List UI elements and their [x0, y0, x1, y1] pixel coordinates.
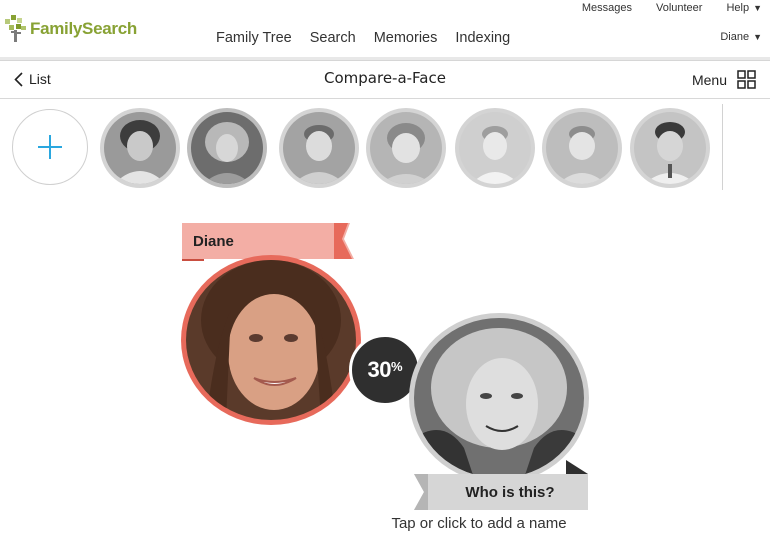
person-face-circle[interactable] — [181, 255, 361, 425]
match-face-photo — [414, 318, 584, 478]
photo-thumbnail-3[interactable] — [279, 108, 359, 188]
photo-thumbnail-2[interactable] — [187, 108, 267, 188]
who-is-this-banner[interactable]: Who is this? — [414, 460, 588, 510]
photo-thumbnail-7[interactable] — [630, 108, 710, 188]
family-tree-logo-icon — [5, 15, 26, 42]
face-photo — [459, 112, 531, 184]
nav-family-tree[interactable]: Family Tree — [216, 30, 292, 46]
nav-memories[interactable]: Memories — [374, 30, 438, 46]
nav-search[interactable]: Search — [310, 30, 356, 46]
photo-thumbnail-5[interactable] — [455, 108, 535, 188]
caret-down-icon: ▼ — [753, 3, 762, 13]
title-bar: List Compare-a-Face Menu — [0, 62, 770, 99]
face-photo — [370, 112, 442, 184]
header-divider — [0, 57, 770, 61]
page-title: Compare-a-Face — [324, 69, 446, 87]
photo-thumbnail-6[interactable] — [542, 108, 622, 188]
face-photo — [283, 112, 355, 184]
menu-label: Menu — [691, 71, 727, 88]
person-face-photo — [186, 260, 356, 420]
person-name: Diane — [193, 233, 234, 250]
help-menu[interactable]: Help ▼ — [726, 2, 762, 16]
user-name: Diane — [720, 31, 750, 43]
volunteer-link[interactable]: Volunteer — [656, 2, 702, 16]
face-photo — [191, 112, 263, 184]
messages-link[interactable]: Messages — [582, 2, 632, 16]
who-is-this-label: Who is this? — [465, 484, 555, 501]
photo-strip — [0, 100, 770, 194]
match-percentage-value: 30 — [367, 357, 391, 382]
photo-thumbnail-1[interactable] — [100, 108, 180, 188]
menu-button[interactable]: Menu — [692, 70, 756, 89]
plus-icon — [38, 135, 62, 159]
match-face-circle[interactable] — [409, 313, 589, 483]
caret-down-icon: ▼ — [753, 32, 762, 42]
brand-name: FamilySearch — [30, 19, 137, 38]
face-photo — [104, 112, 176, 184]
add-name-hint: Tap or click to add a name — [391, 515, 567, 532]
help-label: Help — [726, 2, 750, 14]
face-photo — [634, 112, 706, 184]
utility-nav: Messages Volunteer Help ▼ — [582, 2, 762, 16]
familysearch-logo[interactable]: FamilySearch — [4, 14, 137, 44]
photo-thumbnail-4[interactable] — [366, 108, 446, 188]
main-nav: Family Tree Search Memories Indexing — [216, 30, 510, 46]
percent-symbol: % — [390, 358, 403, 374]
add-photo-button[interactable] — [12, 109, 88, 185]
grid-icon — [737, 70, 756, 89]
face-photo — [546, 112, 618, 184]
user-menu[interactable]: Diane ▼ — [720, 31, 762, 43]
strip-divider — [722, 104, 723, 190]
nav-indexing[interactable]: Indexing — [455, 30, 510, 46]
